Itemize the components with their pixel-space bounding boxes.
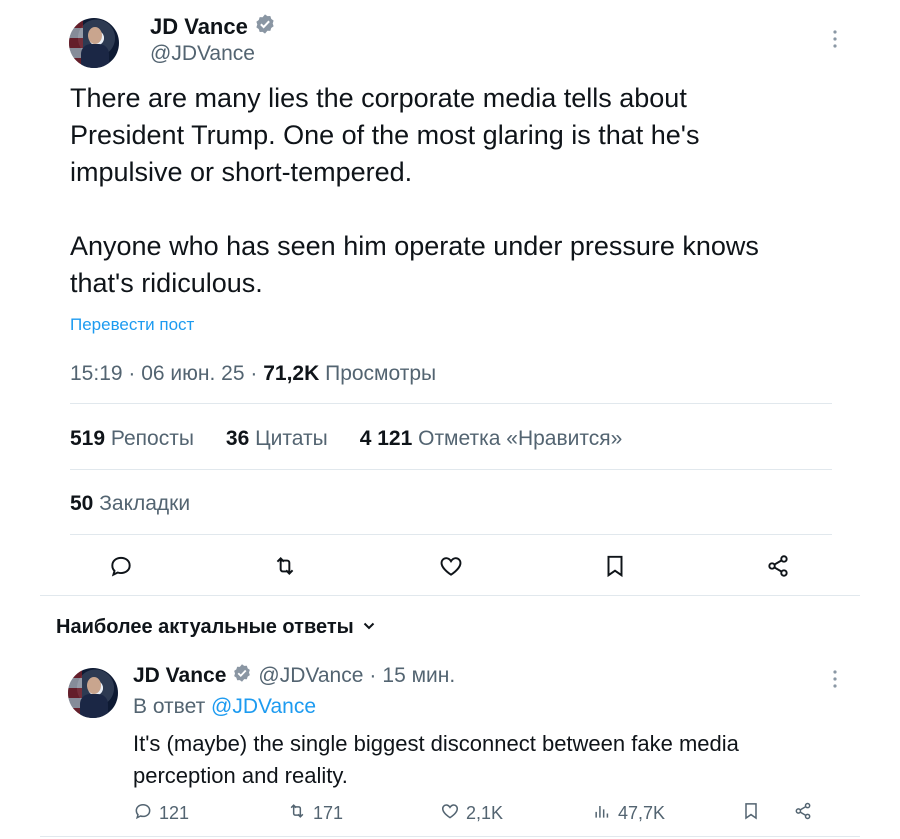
tweet-date[interactable]: 06 июн. 25	[141, 362, 244, 385]
replies-sort-label: Наиболее актуальные ответы	[56, 616, 354, 638]
reply-likes-count: 2,1K	[466, 803, 504, 823]
reply-time[interactable]: 15 мин.	[382, 664, 455, 688]
views-icon	[592, 801, 612, 826]
bookmark-icon	[741, 801, 761, 826]
retweet-icon[interactable]	[272, 553, 298, 579]
divider	[70, 469, 832, 470]
author-avatar[interactable]	[69, 18, 119, 68]
reply-author-handle[interactable]: @JDVance	[258, 664, 363, 688]
reply-icon[interactable]	[108, 553, 134, 579]
share-icon[interactable]	[765, 553, 791, 579]
tweet-time[interactable]: 15:19	[70, 362, 123, 385]
reply-author-name[interactable]: JD Vance	[133, 664, 226, 688]
divider	[70, 403, 832, 404]
tweet-meta: 15:19 · 06 июн. 25 · 71,2K Просмотры	[70, 362, 437, 385]
verified-badge-icon	[232, 663, 252, 688]
reply-retweets-count: 171	[313, 803, 344, 823]
like-icon[interactable]	[438, 553, 464, 579]
reply-retweets-action[interactable]: 171	[287, 801, 343, 826]
reposts-stat[interactable]: 519 Репосты	[70, 427, 194, 451]
author-name[interactable]: JD Vance	[150, 14, 248, 40]
divider	[40, 595, 860, 596]
reply-share-action[interactable]	[793, 801, 813, 826]
more-options-icon[interactable]	[830, 28, 840, 55]
tweet-text: There are many lies the corporate media …	[70, 83, 759, 298]
more-options-icon[interactable]	[830, 668, 840, 695]
divider	[70, 534, 832, 535]
author-handle[interactable]: @JDVance	[150, 42, 255, 66]
reply-header: JD Vance @JDVance · 15 мин.	[133, 663, 456, 688]
reply-bookmark-action[interactable]	[741, 801, 761, 826]
bookmark-icon[interactable]	[602, 553, 628, 579]
views-count: 71,2K	[263, 362, 320, 385]
translate-post-link[interactable]: Перевести пост	[70, 315, 194, 335]
reply-views-action[interactable]: 47,7K	[592, 801, 665, 826]
reply-likes-action[interactable]: 2,1K	[440, 801, 503, 826]
quotes-stat[interactable]: 36 Цитаты	[226, 427, 328, 451]
like-icon	[440, 801, 460, 826]
retweet-icon	[287, 801, 307, 826]
likes-stat[interactable]: 4 121 Отметка «Нравится»	[360, 427, 623, 451]
reply-icon	[133, 801, 153, 826]
divider	[40, 836, 860, 837]
views-label: Просмотры	[325, 362, 437, 385]
stats-row: 519 Репосты 36 Цитаты 4 121 Отметка «Нра…	[70, 427, 622, 451]
reply-views-count: 47,7K	[618, 803, 666, 823]
share-icon	[793, 801, 813, 826]
reply-text: It's (maybe) the single biggest disconne…	[133, 731, 739, 788]
reply-replies-count: 121	[159, 803, 190, 823]
author-name-row: JD Vance	[150, 13, 276, 40]
verified-badge-icon	[254, 13, 276, 40]
in-reply-to: В ответ @JDVance	[133, 695, 317, 718]
in-reply-to-handle[interactable]: @JDVance	[211, 695, 316, 718]
reply-replies-action[interactable]: 121	[133, 801, 189, 826]
chevron-down-icon	[362, 616, 376, 639]
replies-sort-dropdown[interactable]: Наиболее актуальные ответы	[56, 616, 376, 639]
bookmarks-stat[interactable]: 50 Закладки	[70, 492, 190, 516]
reply-author-avatar[interactable]	[68, 668, 118, 718]
